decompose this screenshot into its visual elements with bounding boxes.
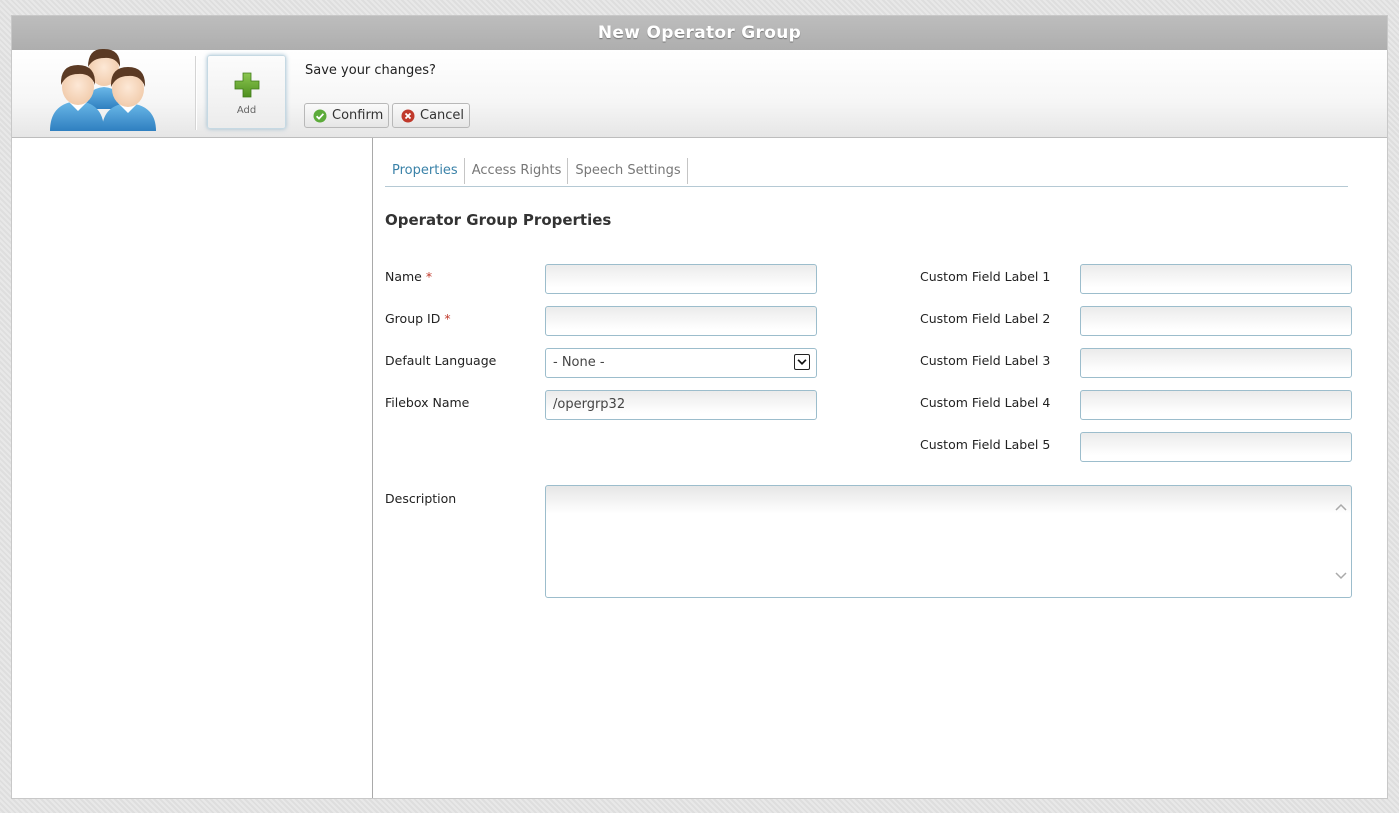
- custom-field-label-1: Custom Field Label 1: [920, 269, 1051, 284]
- check-circle-icon: [313, 109, 327, 123]
- filebox-name-label: Filebox Name: [385, 395, 470, 410]
- left-pane: [12, 138, 373, 798]
- required-marker: *: [444, 311, 451, 326]
- new-operator-group-window: New Operator Group Add Save your changes…: [11, 15, 1388, 799]
- custom-field-input-5[interactable]: [1080, 432, 1352, 462]
- default-language-select[interactable]: - None -: [545, 348, 817, 378]
- tab-bar: Properties Access Rights Speech Settings: [385, 158, 1348, 187]
- description-textarea[interactable]: [545, 485, 1352, 598]
- scroll-down-icon[interactable]: [1333, 567, 1349, 583]
- toolbar: Add Save your changes? Confirm Cancel: [12, 48, 1387, 138]
- description-label: Description: [385, 491, 457, 506]
- custom-field-label-5: Custom Field Label 5: [920, 437, 1051, 452]
- group-id-label: Group ID *: [385, 311, 451, 326]
- custom-field-input-2[interactable]: [1080, 306, 1352, 336]
- tab-speech-settings[interactable]: Speech Settings: [568, 158, 688, 184]
- default-language-value: - None -: [553, 355, 605, 370]
- custom-field-label-4: Custom Field Label 4: [920, 395, 1051, 410]
- confirm-button-label: Confirm: [332, 108, 384, 123]
- group-id-label-text: Group ID: [385, 311, 441, 326]
- group-id-input[interactable]: [545, 306, 817, 336]
- name-label-text: Name: [385, 269, 422, 284]
- custom-field-label-3: Custom Field Label 3: [920, 353, 1051, 368]
- add-button[interactable]: Add: [207, 55, 286, 129]
- tab-access-rights[interactable]: Access Rights: [465, 158, 569, 184]
- save-changes-prompt: Save your changes?: [305, 63, 436, 78]
- plus-icon: [234, 72, 259, 98]
- cancel-button-label: Cancel: [420, 108, 465, 123]
- toolbar-divider: [195, 56, 197, 130]
- tab-properties[interactable]: Properties: [385, 158, 465, 184]
- default-language-label: Default Language: [385, 353, 497, 368]
- window-title: New Operator Group: [12, 16, 1387, 50]
- chevron-down-icon: [794, 354, 810, 370]
- custom-field-label-2: Custom Field Label 2: [920, 311, 1051, 326]
- properties-panel: Properties Access Rights Speech Settings…: [373, 138, 1387, 798]
- scroll-up-icon[interactable]: [1333, 500, 1349, 516]
- custom-field-input-1[interactable]: [1080, 264, 1352, 294]
- required-marker: *: [425, 269, 433, 284]
- operator-group-people-icon: [50, 48, 156, 131]
- section-title: Operator Group Properties: [385, 211, 612, 229]
- confirm-button[interactable]: Confirm: [304, 103, 389, 128]
- name-label: Name *: [385, 269, 432, 284]
- name-input[interactable]: [545, 264, 817, 294]
- x-circle-icon: [401, 109, 415, 123]
- custom-field-input-4[interactable]: [1080, 390, 1352, 420]
- cancel-button[interactable]: Cancel: [392, 103, 470, 128]
- add-button-label: Add: [236, 105, 257, 116]
- filebox-name-input[interactable]: /opergrp32: [545, 390, 817, 420]
- custom-field-input-3[interactable]: [1080, 348, 1352, 378]
